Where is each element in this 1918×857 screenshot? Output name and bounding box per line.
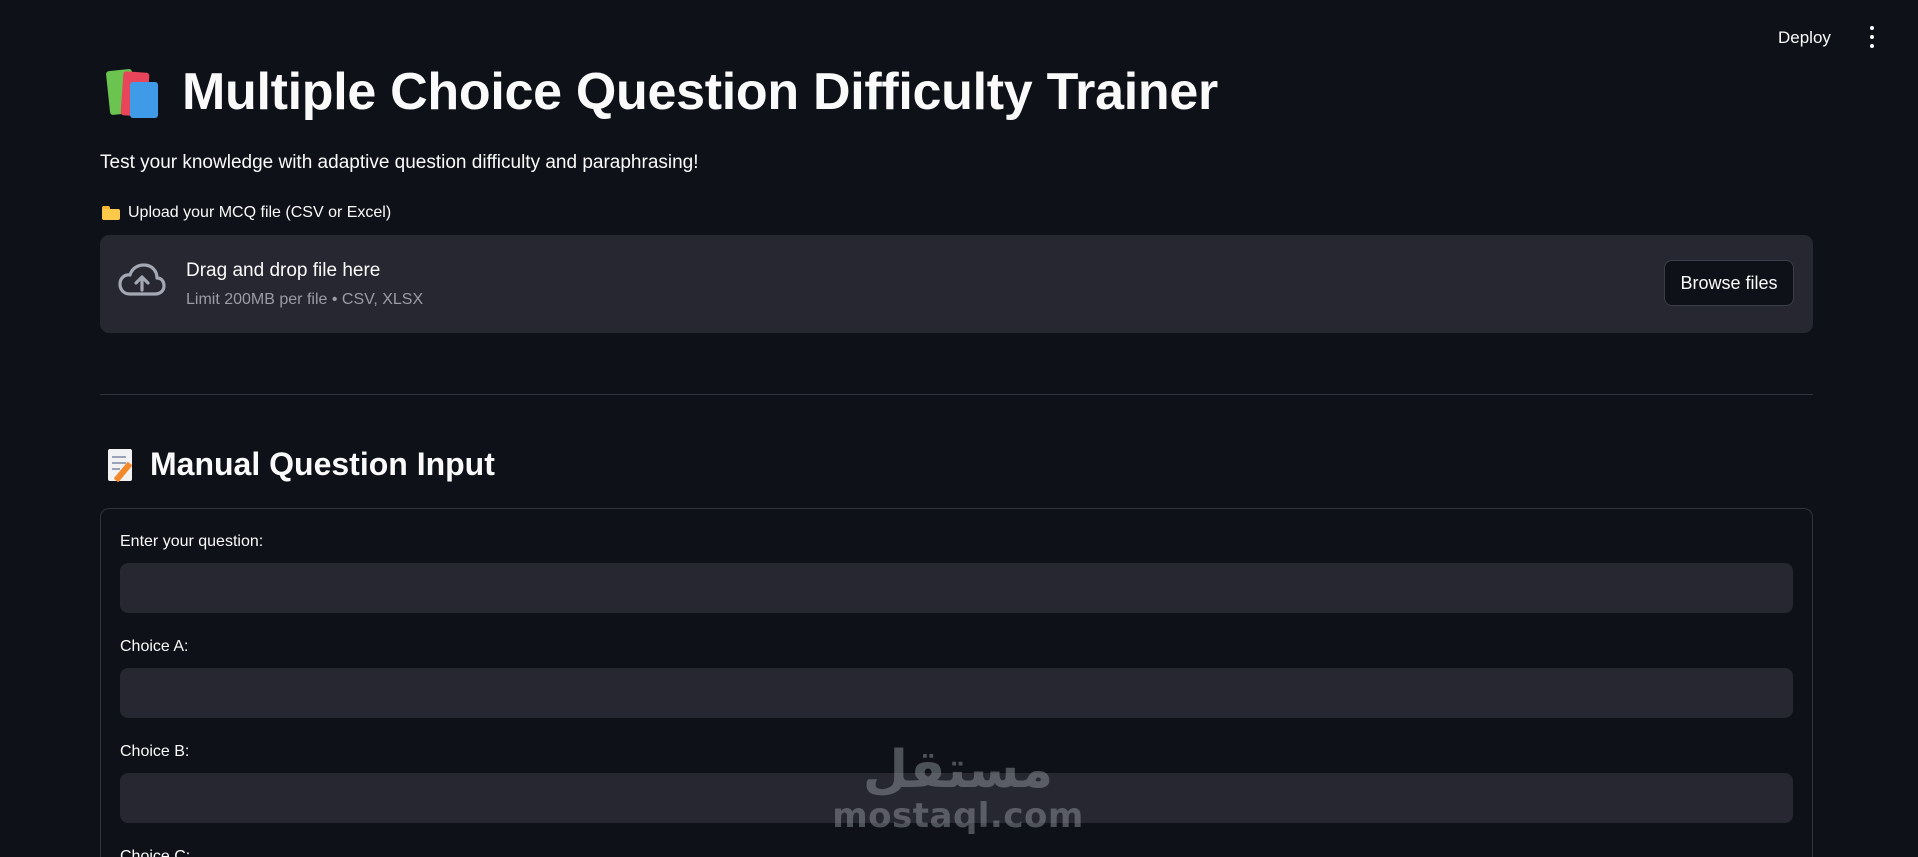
books-icon	[104, 64, 164, 120]
question-input[interactable]	[120, 563, 1793, 613]
dropzone-limit: Limit 200MB per file • CSV, XLSX	[186, 291, 424, 308]
dropzone-title: Drag and drop file here	[186, 260, 381, 281]
choice-b-input[interactable]	[120, 773, 1793, 823]
memo-icon	[106, 447, 136, 483]
more-vertical-icon[interactable]	[1862, 26, 1882, 48]
folder-icon	[102, 206, 120, 220]
choice-a-input[interactable]	[120, 668, 1793, 718]
upload-label-text: Upload your MCQ file (CSV or Excel)	[128, 204, 392, 221]
upload-label: Upload your MCQ file (CSV or Excel)	[102, 204, 391, 222]
app: Deploy Multiple Choice Question Difficul…	[0, 0, 1918, 857]
page-subtitle: Test your knowledge with adaptive questi…	[100, 152, 699, 173]
divider	[100, 394, 1813, 395]
deploy-button[interactable]: Deploy	[1772, 24, 1837, 52]
cloud-upload-icon	[118, 263, 166, 296]
file-dropzone[interactable]: Drag and drop file here Limit 200MB per …	[100, 235, 1813, 333]
choice-a-label: Choice A:	[120, 638, 189, 655]
choice-b-label: Choice B:	[120, 743, 190, 760]
page-title: Multiple Choice Question Difficulty Trai…	[104, 62, 1218, 122]
choice-c-label: Choice C:	[120, 848, 191, 857]
browse-files-button[interactable]: Browse files	[1664, 260, 1794, 306]
section-title-text: Manual Question Input	[150, 446, 495, 482]
question-label: Enter your question:	[120, 533, 264, 550]
page-title-text: Multiple Choice Question Difficulty Trai…	[182, 63, 1218, 121]
section-title: Manual Question Input	[106, 446, 495, 483]
question-form: Enter your question: Choice A: Choice B:…	[100, 508, 1813, 857]
